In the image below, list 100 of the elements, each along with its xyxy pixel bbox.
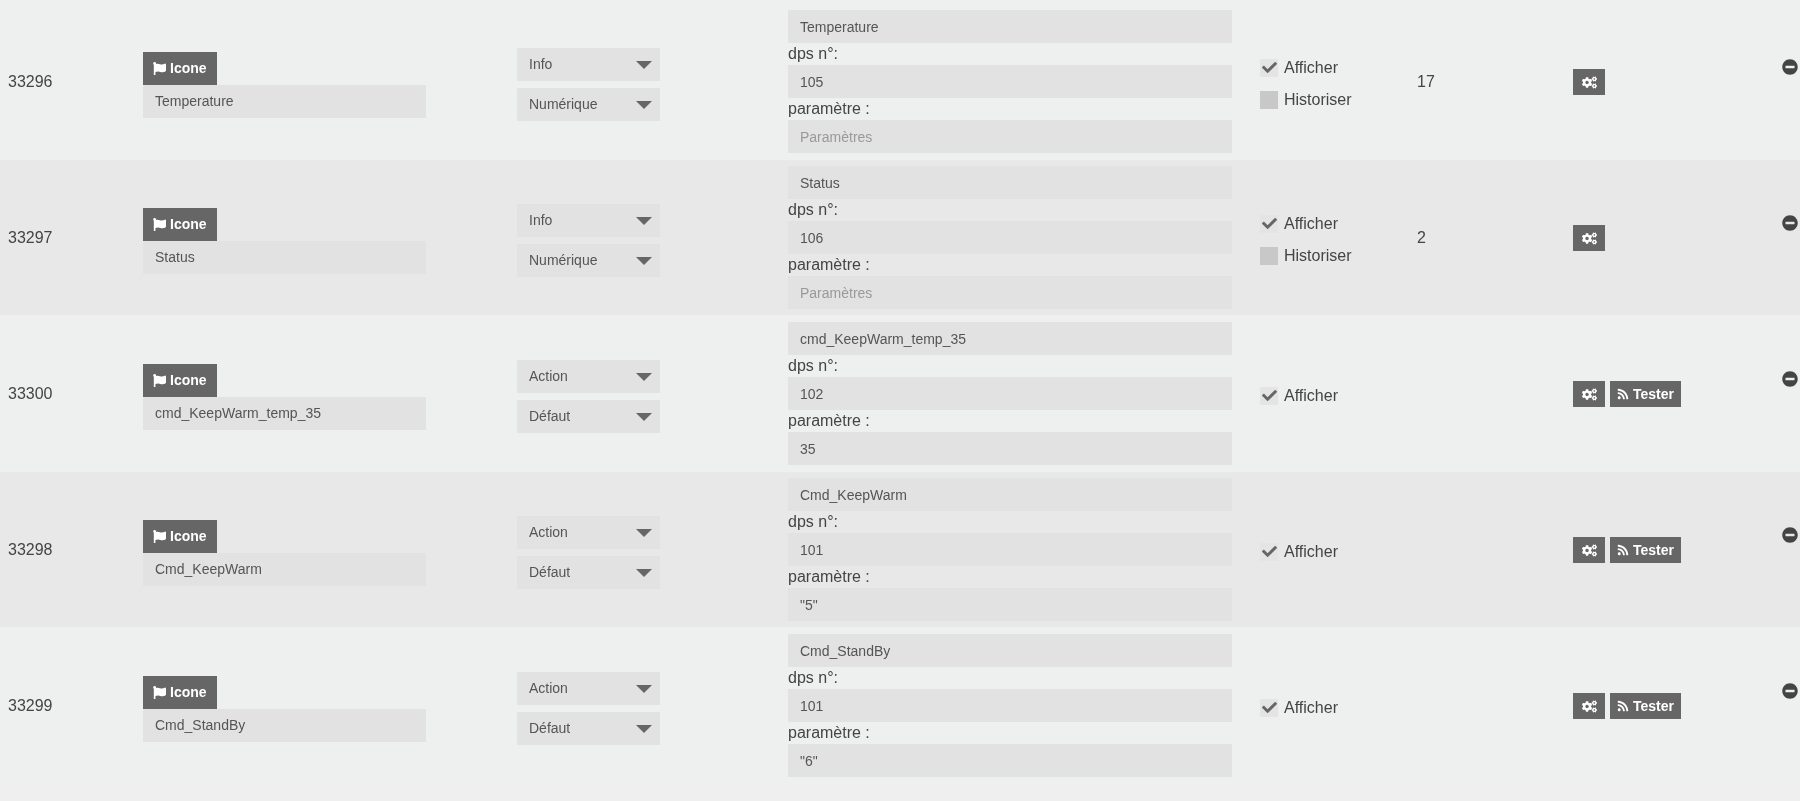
- name-field[interactable]: Temperature: [143, 84, 426, 118]
- checkbox[interactable]: [1260, 698, 1278, 717]
- checkbox[interactable]: [1260, 90, 1278, 109]
- dropdown[interactable]: Info: [517, 48, 660, 81]
- caret-icon: [636, 528, 652, 537]
- flag-icon: [153, 373, 166, 387]
- test-button[interactable]: Tester: [1610, 381, 1681, 407]
- feed-icon: [1617, 388, 1629, 400]
- row-id: 33296: [8, 71, 54, 92]
- caret-icon: [636, 60, 652, 69]
- gears-icon: [1581, 386, 1597, 402]
- dps-field[interactable]: 106: [788, 221, 1232, 254]
- dropdown[interactable]: Numérique: [517, 244, 660, 277]
- check-icon: [1261, 388, 1277, 403]
- remove-icon[interactable]: [1782, 59, 1798, 75]
- flag-icon: [153, 217, 166, 231]
- dropdown[interactable]: Défaut: [517, 400, 660, 433]
- test-button[interactable]: Tester: [1610, 693, 1681, 719]
- icon-button[interactable]: Icone: [143, 675, 217, 709]
- gears-icon: [1581, 698, 1597, 714]
- gears-icon: [1581, 230, 1597, 246]
- name-field[interactable]: Cmd_StandBy: [143, 708, 426, 742]
- field-label: paramètre :: [788, 723, 871, 743]
- name-field[interactable]: Cmd_KeepWarm: [143, 552, 426, 586]
- checkbox[interactable]: [1260, 246, 1278, 265]
- gears-icon: [1581, 542, 1597, 558]
- checkbox-label: Historiser: [1284, 89, 1352, 110]
- parameter-field[interactable]: "6": [788, 744, 1232, 777]
- field-label: dps n°:: [788, 512, 839, 532]
- dropdown[interactable]: Action: [517, 672, 660, 705]
- row-id: 33297: [8, 227, 54, 248]
- logical-id-field[interactable]: Cmd_KeepWarm: [788, 478, 1232, 511]
- icon-button[interactable]: Icone: [143, 207, 217, 241]
- dps-field[interactable]: 102: [788, 377, 1232, 410]
- caret-icon: [636, 724, 652, 733]
- configure-button[interactable]: [1573, 693, 1605, 719]
- logical-id-field[interactable]: cmd_KeepWarm_temp_35: [788, 322, 1232, 355]
- dropdown[interactable]: Action: [517, 516, 660, 549]
- logical-id-field[interactable]: Cmd_StandBy: [788, 634, 1232, 667]
- icon-button[interactable]: Icone: [143, 519, 217, 553]
- configure-button[interactable]: [1573, 69, 1605, 95]
- feed-icon: [1617, 544, 1629, 556]
- check-icon: [1261, 700, 1277, 715]
- dropdown[interactable]: Info: [517, 204, 660, 237]
- field-label: paramètre :: [788, 567, 871, 587]
- flag-icon: [153, 685, 166, 699]
- parameter-field[interactable]: "5": [788, 588, 1232, 621]
- gears-icon: [1581, 74, 1597, 90]
- field-label: paramètre :: [788, 255, 871, 275]
- test-button[interactable]: Tester: [1610, 537, 1681, 563]
- caret-icon: [636, 256, 652, 265]
- caret-icon: [636, 568, 652, 577]
- remove-icon[interactable]: [1782, 371, 1798, 387]
- dps-field[interactable]: 101: [788, 689, 1232, 722]
- checkbox[interactable]: [1260, 58, 1278, 77]
- configure-button[interactable]: [1573, 225, 1605, 251]
- checkbox-label: Afficher: [1284, 385, 1338, 406]
- caret-icon: [636, 684, 652, 693]
- value-text: 2: [1417, 228, 1426, 246]
- parameter-field[interactable]: Paramètres: [788, 120, 1232, 153]
- check-icon: [1261, 216, 1277, 231]
- dropdown[interactable]: Numérique: [517, 88, 660, 121]
- caret-icon: [636, 412, 652, 421]
- configure-button[interactable]: [1573, 381, 1605, 407]
- checkbox-label: Afficher: [1284, 697, 1338, 718]
- checkbox-label: Afficher: [1284, 213, 1338, 234]
- flag-icon: [153, 529, 166, 543]
- dropdown[interactable]: Défaut: [517, 556, 660, 589]
- logical-id-field[interactable]: Temperature: [788, 10, 1232, 43]
- remove-icon[interactable]: [1782, 527, 1798, 543]
- icon-button[interactable]: Icone: [143, 51, 217, 85]
- dps-field[interactable]: 105: [788, 65, 1232, 98]
- name-field[interactable]: cmd_KeepWarm_temp_35: [143, 396, 426, 430]
- field-label: dps n°:: [788, 356, 839, 376]
- checkbox[interactable]: [1260, 386, 1278, 405]
- dropdown[interactable]: Action: [517, 360, 660, 393]
- parameter-field[interactable]: 35: [788, 432, 1232, 465]
- logical-id-field[interactable]: Status: [788, 166, 1232, 199]
- field-label: dps n°:: [788, 44, 839, 64]
- row-id: 33298: [8, 539, 54, 560]
- configure-button[interactable]: [1573, 537, 1605, 563]
- parameter-field[interactable]: Paramètres: [788, 276, 1232, 309]
- checkbox[interactable]: [1260, 214, 1278, 233]
- remove-icon[interactable]: [1782, 215, 1798, 231]
- value-text: 17: [1417, 72, 1435, 90]
- checkbox[interactable]: [1260, 542, 1278, 561]
- field-label: paramètre :: [788, 411, 871, 431]
- checkbox-label: Historiser: [1284, 245, 1352, 266]
- icon-button[interactable]: Icone: [143, 363, 217, 397]
- name-field[interactable]: Status: [143, 240, 426, 274]
- field-label: dps n°:: [788, 200, 839, 220]
- caret-icon: [636, 372, 652, 381]
- field-label: dps n°:: [788, 668, 839, 688]
- checkbox-label: Afficher: [1284, 57, 1338, 78]
- check-icon: [1261, 544, 1277, 559]
- remove-icon[interactable]: [1782, 683, 1798, 699]
- feed-icon: [1617, 700, 1629, 712]
- dropdown[interactable]: Défaut: [517, 712, 660, 745]
- checkbox-label: Afficher: [1284, 541, 1338, 562]
- dps-field[interactable]: 101: [788, 533, 1232, 566]
